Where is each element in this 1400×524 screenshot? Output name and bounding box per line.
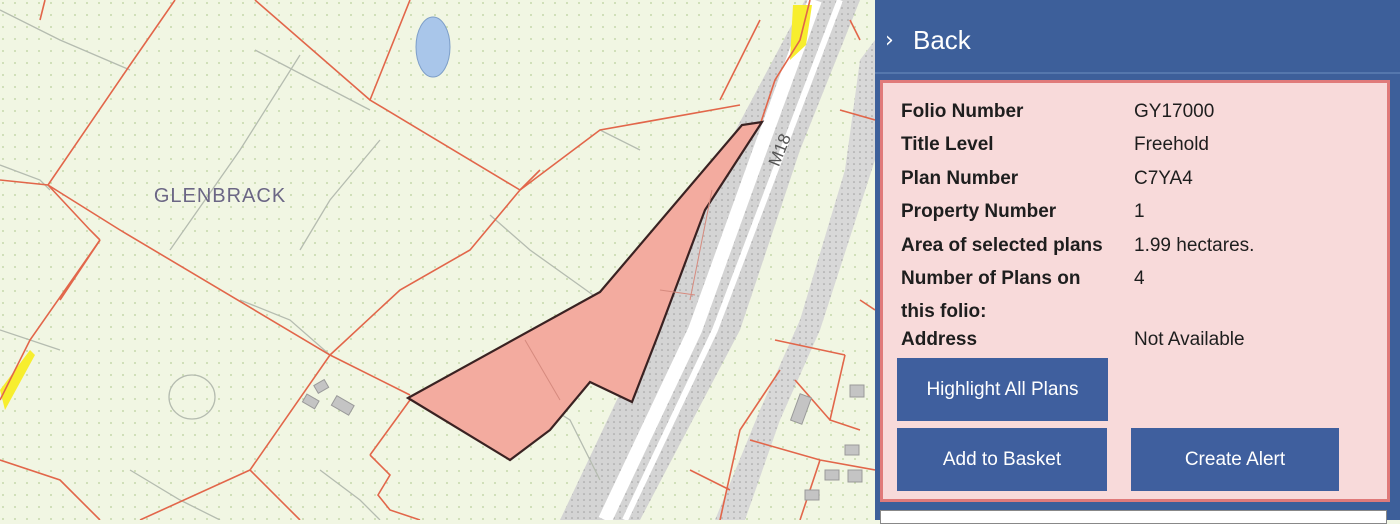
chevron-right-icon: › [885,27,894,53]
detail-value: 1 [1134,201,1145,222]
detail-key: Title Level [901,134,994,155]
create-alert-button[interactable]: Create Alert [1131,428,1339,491]
detail-value: Not Available [1134,329,1245,350]
detail-key: Area of selected plans [901,235,1103,256]
next-panel-edge [880,510,1387,524]
detail-value: 1.99 hectares. [1134,235,1255,256]
property-panel: › Back Folio Number GY17000 Title Level … [875,0,1400,524]
pond [415,16,451,78]
detail-key: Property Number [901,201,1057,222]
back-button[interactable]: › Back [875,8,1400,74]
detail-value: C7YA4 [1134,168,1193,189]
map-view[interactable]: GLENBRACK M18 [0,0,875,520]
detail-key: Number of Plans on this folio: [901,268,1081,322]
detail-value: 4 [1134,268,1145,289]
detail-key: Folio Number [901,101,1024,122]
back-label: Back [913,24,971,55]
folio-details-card: Folio Number GY17000 Title Level Freehol… [880,80,1390,502]
detail-value: GY17000 [1134,101,1215,122]
add-to-basket-button[interactable]: Add to Basket [897,428,1107,491]
place-label: GLENBRACK [154,185,286,207]
detail-key: Plan Number [901,168,1019,189]
map-canvas[interactable]: GLENBRACK M18 [0,0,875,520]
highlight-all-plans-button[interactable]: Highlight All Plans [897,358,1108,421]
detail-value: Freehold [1134,134,1209,155]
detail-key: Address [901,329,978,350]
